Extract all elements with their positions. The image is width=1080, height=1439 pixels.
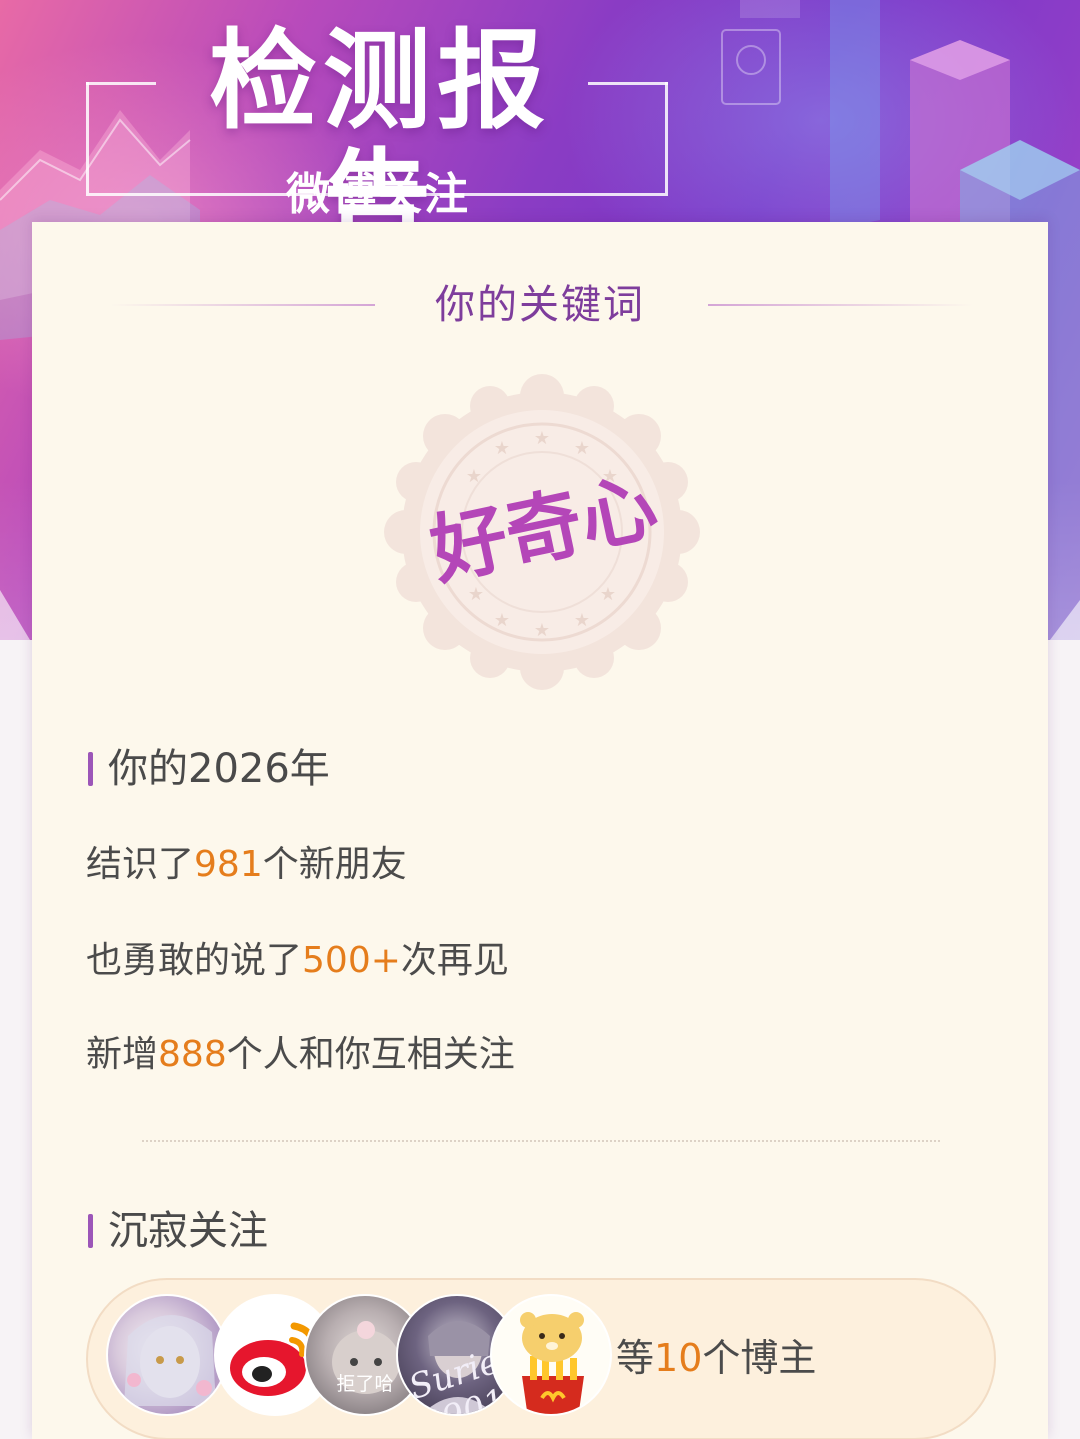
more-bloggers-text: 等10个博主 (616, 1336, 817, 1380)
svg-text:★: ★ (574, 610, 590, 631)
report-subtitle: 微博关注 (260, 168, 496, 222)
avatar[interactable] (490, 1294, 612, 1416)
svg-text:★: ★ (466, 466, 482, 487)
divider-right (708, 304, 973, 306)
svg-text:★: ★ (600, 584, 616, 605)
svg-text:★: ★ (494, 610, 510, 631)
svg-text:★: ★ (494, 438, 510, 459)
svg-text:★: ★ (574, 438, 590, 459)
report-card: 你的关键词 ★ ★ ★ ★ ★ ★ ★ ★ ★ ★ 好奇心 你的2026年 结识… (32, 222, 1048, 1439)
anime-girl-icon (124, 1314, 216, 1406)
stat-mutual-follows: 新增888个人和你互相关注 (86, 1034, 515, 1075)
bear-fries-icon (520, 1312, 584, 1414)
avatar[interactable] (106, 1294, 228, 1416)
svg-text:★: ★ (534, 428, 550, 449)
silent-section-title: 沉寂关注 (108, 1208, 268, 1254)
dotted-divider (142, 1140, 940, 1142)
keyword-seal: ★ ★ ★ ★ ★ ★ ★ ★ ★ ★ 好奇心 (384, 374, 700, 690)
year-section-title: 你的2026年 (108, 746, 330, 792)
stat-goodbyes: 也勇敢的说了500+次再见 (86, 940, 509, 981)
silent-follows-list[interactable]: 拒了哈 Suriel 0901 等10个博主 (86, 1278, 996, 1439)
stat-new-friends: 结识了981个新朋友 (86, 844, 407, 885)
svg-text:★: ★ (534, 620, 550, 641)
